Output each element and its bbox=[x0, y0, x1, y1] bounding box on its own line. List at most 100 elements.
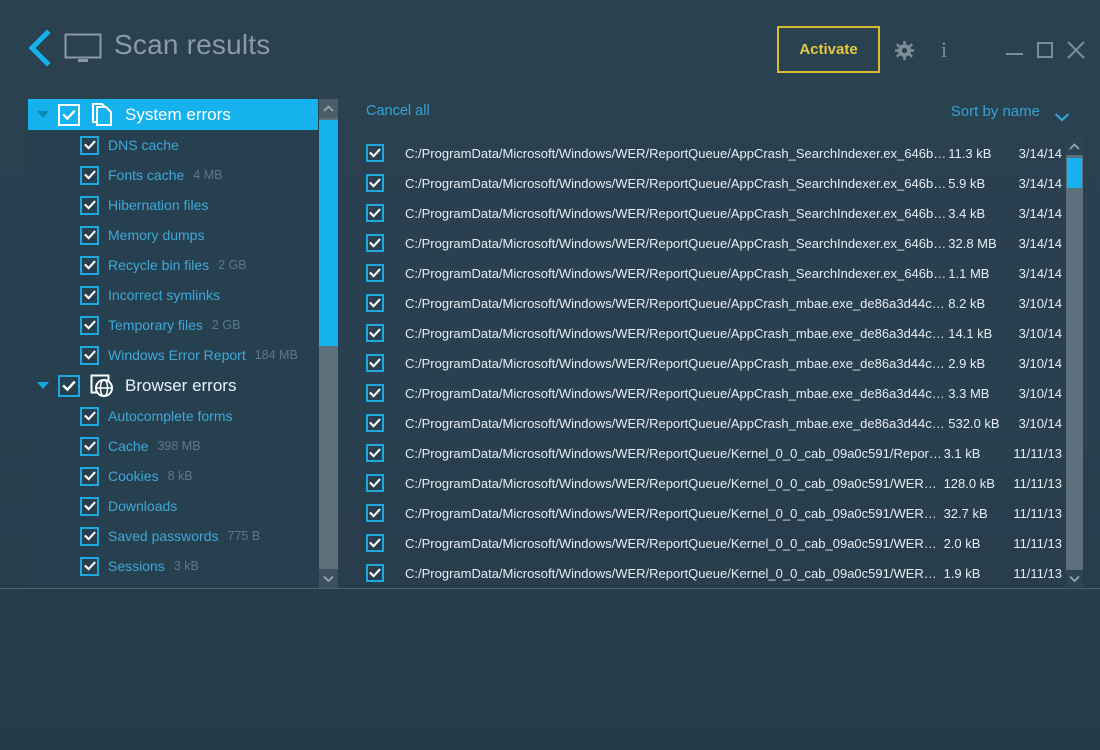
page-title: Scan results bbox=[114, 29, 271, 60]
tree-group-browser-errors[interactable]: Browser errors bbox=[28, 370, 318, 401]
file-date: 11/11/13 bbox=[1013, 535, 1062, 551]
cancel-all-button[interactable]: Cancel all bbox=[366, 103, 430, 119]
chevron-down-icon[interactable] bbox=[28, 382, 58, 389]
maximize-icon[interactable] bbox=[1037, 42, 1053, 58]
chevron-left-icon[interactable] bbox=[26, 29, 52, 67]
tree-item-memory-dumps[interactable]: Memory dumps bbox=[28, 220, 318, 250]
tree-item-label: Windows Error Report bbox=[108, 347, 246, 363]
footer-bar: 7297(4.699 GB) files selected and 1057 r… bbox=[0, 589, 1100, 750]
file-size: 1.1 MB bbox=[948, 265, 990, 281]
item-checkbox[interactable] bbox=[80, 165, 99, 185]
file-list-scrollbar-track[interactable] bbox=[1066, 155, 1083, 570]
file-row[interactable]: C:/ProgramData/Microsoft/Windows/WER/Rep… bbox=[362, 378, 1062, 408]
file-row[interactable]: C:/ProgramData/Microsoft/Windows/WER/Rep… bbox=[362, 318, 1062, 348]
item-checkbox[interactable] bbox=[80, 496, 99, 516]
file-row-checkbox[interactable] bbox=[366, 414, 384, 432]
item-checkbox[interactable] bbox=[80, 195, 99, 215]
item-checkbox[interactable] bbox=[80, 526, 99, 546]
file-row-checkbox[interactable] bbox=[366, 384, 384, 402]
activate-button[interactable]: Activate bbox=[777, 26, 880, 73]
file-size: 11.3 kB bbox=[948, 145, 992, 161]
gear-icon[interactable] bbox=[895, 41, 914, 60]
file-row-checkbox[interactable] bbox=[366, 474, 384, 492]
tree-item-fonts-cache[interactable]: Fonts cache 4 MB bbox=[28, 160, 318, 190]
file-size: 5.9 kB bbox=[948, 175, 986, 191]
file-row[interactable]: C:/ProgramData/Microsoft/Windows/WER/Rep… bbox=[362, 528, 1062, 558]
tree-group-label: Browser errors bbox=[125, 375, 237, 395]
item-checkbox[interactable] bbox=[80, 345, 99, 365]
file-row[interactable]: C:/ProgramData/Microsoft/Windows/WER/Rep… bbox=[362, 138, 1062, 168]
tree-item-windows-error-report[interactable]: Windows Error Report 184 MB bbox=[28, 340, 318, 370]
chevron-down-icon[interactable] bbox=[28, 111, 58, 118]
file-row-checkbox[interactable] bbox=[366, 144, 384, 162]
file-row-checkbox[interactable] bbox=[366, 204, 384, 222]
sort-by-button[interactable]: Sort by name bbox=[951, 103, 1040, 120]
tree-item-downloads[interactable]: Downloads bbox=[28, 491, 318, 521]
item-checkbox[interactable] bbox=[80, 556, 99, 576]
item-checkbox[interactable] bbox=[80, 466, 99, 486]
file-row[interactable]: C:/ProgramData/Microsoft/Windows/WER/Rep… bbox=[362, 498, 1062, 528]
tree-item-sessions[interactable]: Sessions 3 kB bbox=[28, 551, 318, 581]
file-path: C:/ProgramData/Microsoft/Windows/WER/Rep… bbox=[405, 415, 949, 431]
group-checkbox[interactable] bbox=[58, 103, 80, 126]
item-checkbox[interactable] bbox=[80, 406, 99, 426]
file-row-checkbox[interactable] bbox=[366, 174, 384, 192]
file-row-checkbox[interactable] bbox=[366, 534, 384, 552]
file-row[interactable]: C:/ProgramData/Microsoft/Windows/WER/Rep… bbox=[362, 288, 1062, 318]
group-checkbox[interactable] bbox=[58, 374, 80, 397]
item-checkbox[interactable] bbox=[80, 436, 99, 456]
file-row[interactable]: C:/ProgramData/Microsoft/Windows/WER/Rep… bbox=[362, 258, 1062, 288]
sidebar-scrollbar-thumb[interactable] bbox=[319, 120, 338, 346]
tree-item-label: DNS cache bbox=[108, 137, 179, 153]
chevron-down-icon[interactable] bbox=[1054, 109, 1070, 122]
tree-item-incorrect-symlinks[interactable]: Incorrect symlinks bbox=[28, 280, 318, 310]
file-row[interactable]: C:/ProgramData/Microsoft/Windows/WER/Rep… bbox=[362, 468, 1062, 498]
tree-item-cache[interactable]: Cache 398 MB bbox=[28, 431, 318, 461]
file-row[interactable]: C:/ProgramData/Microsoft/Windows/WER/Rep… bbox=[362, 168, 1062, 198]
file-list[interactable]: C:/ProgramData/Microsoft/Windows/WER/Rep… bbox=[362, 138, 1062, 587]
sidebar-scrollbar[interactable] bbox=[319, 99, 338, 588]
item-checkbox[interactable] bbox=[80, 315, 99, 335]
item-checkbox[interactable] bbox=[80, 285, 99, 305]
tree-item-saved-passwords[interactable]: Saved passwords 775 B bbox=[28, 521, 318, 551]
file-size: 14.1 kB bbox=[948, 325, 993, 341]
file-row-checkbox[interactable] bbox=[366, 234, 384, 252]
file-row-checkbox[interactable] bbox=[366, 354, 384, 372]
file-row[interactable]: C:/ProgramData/Microsoft/Windows/WER/Rep… bbox=[362, 438, 1062, 468]
info-icon[interactable]: i bbox=[935, 36, 953, 64]
tree-item-dns-cache[interactable]: DNS cache bbox=[28, 130, 318, 160]
item-checkbox[interactable] bbox=[80, 225, 99, 245]
file-list-scrollbar[interactable] bbox=[1066, 138, 1083, 587]
tree-group-label: System errors bbox=[125, 104, 231, 124]
tree-item-temporary-files[interactable]: Temporary files 2 GB bbox=[28, 310, 318, 340]
chevron-up-icon[interactable] bbox=[1066, 138, 1083, 155]
file-row[interactable]: C:/ProgramData/Microsoft/Windows/WER/Rep… bbox=[362, 198, 1062, 228]
file-row[interactable]: C:/ProgramData/Microsoft/Windows/WER/Rep… bbox=[362, 228, 1062, 258]
tree-item-hibernation-files[interactable]: Hibernation files bbox=[28, 190, 318, 220]
tree-item-recycle-bin-files[interactable]: Recycle bin files 2 GB bbox=[28, 250, 318, 280]
chevron-up-icon[interactable] bbox=[319, 99, 338, 118]
file-list-scrollbar-thumb[interactable] bbox=[1067, 158, 1082, 188]
tree-group-system-errors[interactable]: System errors bbox=[28, 99, 318, 130]
minimize-icon[interactable] bbox=[1006, 42, 1024, 56]
tree-item-autocomplete-forms[interactable]: Autocomplete forms bbox=[28, 401, 318, 431]
chevron-down-icon[interactable] bbox=[1066, 570, 1083, 587]
file-row-checkbox[interactable] bbox=[366, 564, 384, 582]
chevron-down-icon[interactable] bbox=[319, 569, 338, 588]
tree-item-label: Cookies bbox=[108, 468, 159, 484]
file-row[interactable]: C:/ProgramData/Microsoft/Windows/WER/Rep… bbox=[362, 348, 1062, 378]
file-row[interactable]: C:/ProgramData/Microsoft/Windows/WER/Rep… bbox=[362, 408, 1062, 438]
file-row-checkbox[interactable] bbox=[366, 444, 384, 462]
file-row-checkbox[interactable] bbox=[366, 294, 384, 312]
activate-button-label: Activate bbox=[799, 41, 858, 58]
category-tree[interactable]: System errors DNS cache Fonts cache 4 MB Hib… bbox=[28, 99, 318, 588]
monitor-icon bbox=[64, 33, 102, 63]
tree-item-cookies[interactable]: Cookies 8 kB bbox=[28, 461, 318, 491]
item-checkbox[interactable] bbox=[80, 135, 99, 155]
file-row-checkbox[interactable] bbox=[366, 504, 384, 522]
file-row-checkbox[interactable] bbox=[366, 324, 384, 342]
item-checkbox[interactable] bbox=[80, 255, 99, 275]
close-icon[interactable] bbox=[1066, 40, 1086, 60]
file-row[interactable]: C:/ProgramData/Microsoft/Windows/WER/Rep… bbox=[362, 558, 1062, 587]
file-row-checkbox[interactable] bbox=[366, 264, 384, 282]
